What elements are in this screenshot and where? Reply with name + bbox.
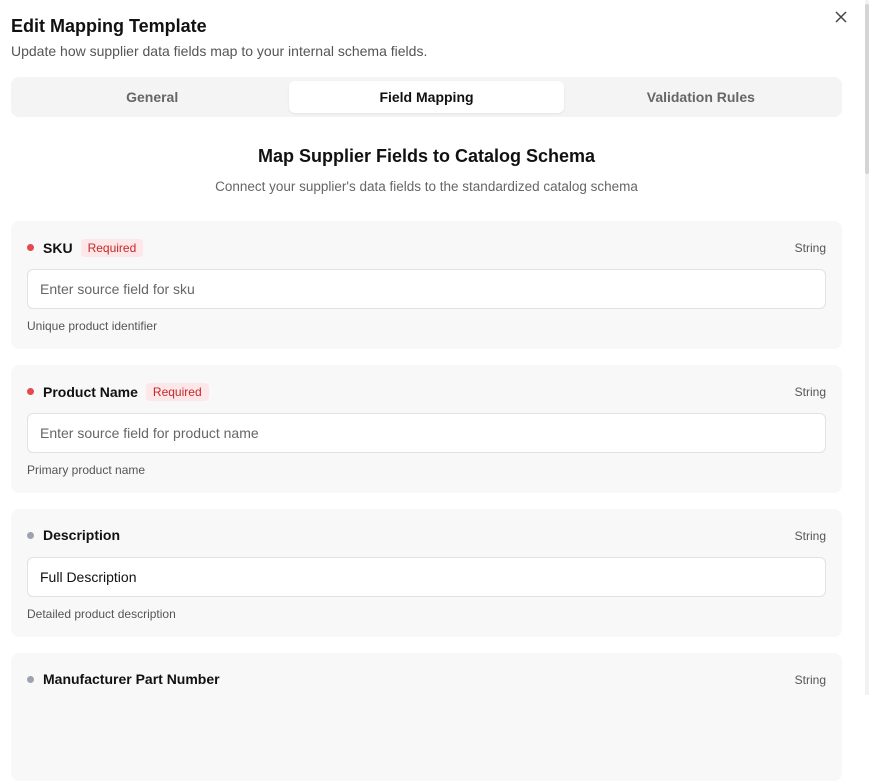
field-card-manufacturer-part-number: Manufacturer Part Number String (11, 653, 842, 781)
scrollbar-thumb[interactable] (865, 4, 869, 174)
field-type: String (794, 241, 826, 255)
optional-dot (27, 532, 34, 539)
product-name-source-input[interactable] (27, 413, 826, 453)
field-card-sku: SKU Required String Unique product identi… (11, 221, 842, 349)
field-card-description: Description String Detailed product desc… (11, 509, 842, 637)
field-name: SKU (43, 240, 73, 256)
field-help: Detailed product description (27, 607, 176, 621)
field-help: Unique product identifier (27, 319, 158, 333)
field-type: String (794, 673, 826, 687)
sku-source-input[interactable] (27, 269, 826, 309)
required-badge: Required (80, 239, 144, 257)
tab-validation-rules[interactable]: Validation Rules (564, 81, 838, 113)
field-name: Manufacturer Part Number (43, 671, 220, 687)
section-title: Map Supplier Fields to Catalog Schema (257, 146, 596, 166)
field-name: Product Name (43, 384, 138, 400)
field-label: Manufacturer Part Number (43, 671, 220, 687)
dialog-title: Edit Mapping Template (11, 16, 207, 36)
field-card-product-name: Product Name Required String Primary prod… (11, 365, 842, 493)
optional-dot (27, 676, 34, 683)
close-button[interactable] (832, 8, 850, 26)
required-badge: Required (145, 383, 209, 401)
field-label: SKU Required (43, 239, 144, 257)
required-dot (27, 388, 34, 395)
field-name: Description (43, 527, 121, 543)
field-label: Description (43, 527, 120, 543)
field-help: Primary product name (27, 463, 146, 477)
close-icon (835, 11, 847, 23)
tab-general[interactable]: General (15, 81, 289, 113)
field-type: String (794, 385, 826, 399)
required-dot (27, 244, 34, 251)
description-source-input[interactable] (27, 557, 826, 597)
tab-list: General Field Mapping Validation Rules (11, 77, 842, 117)
tab-field-mapping[interactable]: Field Mapping (289, 81, 564, 113)
field-label: Product Name Required (43, 383, 209, 401)
dialog-subtitle: Update how supplier data fields map to y… (11, 43, 428, 59)
field-type: String (794, 529, 826, 543)
section-subtitle: Connect your supplier's data fields to t… (215, 179, 638, 194)
scrollbar[interactable] (865, 0, 869, 695)
